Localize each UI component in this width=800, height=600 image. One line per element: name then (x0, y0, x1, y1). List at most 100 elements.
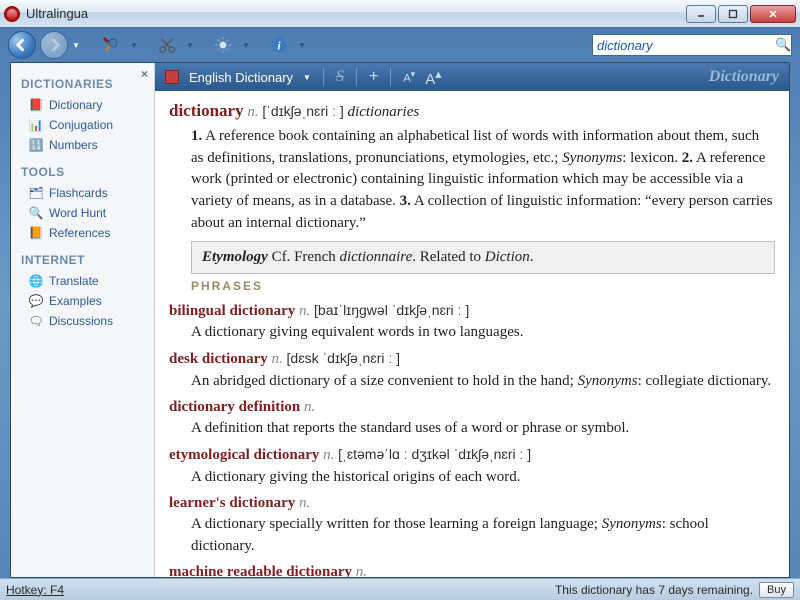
sidebar-item-label: References (49, 226, 110, 240)
phrase-pos: n. (299, 495, 310, 511)
font-larger-button[interactable]: A▴ (425, 66, 441, 88)
minimize-button[interactable] (686, 5, 716, 23)
info-dropdown[interactable]: ▼ (298, 41, 308, 50)
sidebar-item-icon: 📕 (29, 98, 43, 112)
sidebar-item-wordhunt[interactable]: 🔍 Word Hunt (11, 203, 154, 223)
phrase-entry: desk dictionary n. [dɛsk ˈdɪkʃəˌnɛri ː ]… (169, 348, 775, 393)
phrase-entry: bilingual dictionary n. [baɪˈlɪŋgwəl ˈdɪ… (169, 300, 775, 345)
maximize-button[interactable] (718, 5, 748, 23)
phrase-word: etymological dictionary (169, 447, 319, 463)
scissors-icon[interactable] (156, 34, 178, 56)
phrase-entry: machine readable dictionary n.A machine-… (169, 562, 775, 577)
separator (323, 68, 324, 86)
separator (356, 68, 357, 86)
sidebar-item-icon: 💬 (29, 294, 43, 308)
sidebar-item-translate[interactable]: 🌐 Translate (11, 271, 154, 291)
sidebar-item-references[interactable]: 📙 References (11, 223, 154, 243)
phrase-word: dictionary definition (169, 399, 300, 415)
phrase-entry: dictionary definition n. A definition tha… (169, 397, 775, 441)
definitions: 1. A reference book containing an alphab… (169, 126, 775, 235)
sidebar-item-label: Word Hunt (49, 206, 106, 220)
phrase-definition: An abridged dictionary of a size conveni… (169, 371, 775, 393)
search-box[interactable]: 🔍 (592, 34, 792, 56)
info-icon[interactable]: i (268, 34, 290, 56)
dictionary-selector-label[interactable]: English Dictionary (189, 70, 293, 85)
sidebar-item-label: Dictionary (49, 98, 102, 112)
phrase-word: learner's dictionary (169, 495, 295, 511)
phrase-definition: A dictionary specially written for those… (169, 514, 775, 558)
gear-dropdown[interactable]: ▼ (242, 41, 252, 50)
sidebar-item-examples[interactable]: 💬Examples (11, 291, 154, 311)
add-button[interactable]: + (369, 68, 378, 86)
headword: dictionary (169, 101, 244, 120)
phrase-pos: n. (323, 447, 334, 463)
part-of-speech: n. (247, 104, 258, 120)
sidebar-item-label: Numbers (49, 138, 98, 152)
phrase-pos: n. (299, 303, 310, 319)
gear-icon[interactable] (212, 34, 234, 56)
phrase-pos: n. (272, 351, 283, 367)
mode-label: Dictionary (709, 68, 779, 86)
book-icon (165, 70, 179, 84)
titlebar: Ultralingua (0, 0, 800, 28)
sidebar-item-numbers[interactable]: 🔢Numbers (11, 135, 154, 155)
strikethrough-button[interactable]: S (336, 68, 344, 86)
hotkey-label[interactable]: Hotkey: F4 (6, 583, 64, 597)
close-button[interactable] (750, 5, 796, 23)
sidebar-item-icon: 🗂 (29, 186, 43, 200)
back-button[interactable] (8, 31, 36, 59)
phrase-definition: A definition that reports the standard u… (169, 418, 775, 440)
sidebar-item-icon: 🗨 (29, 314, 43, 328)
scissors-dropdown[interactable]: ▼ (186, 41, 196, 50)
phrase-entry: etymological dictionary n. [ˌɛtəməˈlɑ ː … (169, 444, 775, 489)
sidebar: × DICTIONARIES 📕 Dictionary 📊 Conjugation 🔢Nu… (11, 63, 155, 577)
buy-button[interactable]: Buy (759, 582, 794, 598)
trial-label: This dictionary has 7 days remaining. (555, 583, 753, 597)
sidebar-heading: TOOLS (11, 155, 154, 183)
sidebar-item-icon: 📊 (29, 118, 43, 132)
etymology-box: Etymology Cf. French dictionnaire. Relat… (191, 241, 775, 275)
font-smaller-button[interactable]: A▾ (403, 69, 415, 85)
phrase-definition: A dictionary giving the historical origi… (169, 467, 775, 489)
search-input[interactable] (597, 38, 775, 53)
sidebar-item-discussions[interactable]: 🗨 Discussions (11, 311, 154, 331)
sidebar-item-conjugation[interactable]: 📊 Conjugation (11, 115, 154, 135)
phrase-pron: [ˌɛtəməˈlɑ ː dʒɪkəl ˈdɪkʃəˌnɛri ː ] (338, 446, 531, 462)
phrase-pron: [baɪˈlɪŋgwəl ˈdɪkʃəˌnɛri ː ] (314, 302, 469, 318)
content-area: English Dictionary ▼ S + A▾ A▴ Dictionar… (155, 63, 789, 577)
phrases-heading: PHRASES (191, 278, 775, 295)
status-bar: Hotkey: F4 This dictionary has 7 days re… (0, 578, 800, 600)
nav-dropdown[interactable]: ▼ (72, 41, 82, 50)
phrase-pron: [dɛsk ˈdɪkʃəˌnɛri ː ] (287, 350, 401, 366)
sidebar-item-dictionary[interactable]: 📕 Dictionary (11, 95, 154, 115)
sidebar-item-icon: 📙 (29, 226, 43, 240)
sidebar-item-label: Translate (49, 274, 99, 288)
plural-form: dictionaries (348, 104, 420, 120)
pronunciation: [ˈdɪkʃəˌnɛri ː ] (262, 103, 343, 119)
sidebar-item-icon: 🌐 (29, 274, 43, 288)
forward-button[interactable] (40, 31, 68, 59)
separator (390, 68, 391, 86)
tools-dropdown[interactable]: ▼ (130, 41, 140, 50)
content-toolbar: English Dictionary ▼ S + A▾ A▴ Dictionar… (155, 63, 789, 91)
phrase-pos: n. (304, 399, 315, 415)
phrase-definition: A dictionary giving equivalent words in … (169, 322, 775, 344)
entry-body[interactable]: dictionary n. [ˈdɪkʃəˌnɛri ː ] dictionar… (155, 91, 789, 577)
headword-line: dictionary n. [ˈdɪkʃəˌnɛri ː ] dictionar… (169, 99, 775, 124)
toolbar: ▼ ▼ ▼ ▼ i ▼ 🔍 (0, 28, 800, 62)
sidebar-item-label: Flashcards (49, 186, 108, 200)
sidebar-item-label: Discussions (49, 314, 113, 328)
tools-icon[interactable] (100, 34, 122, 56)
phrase-entry: learner's dictionary n. A dictionary spec… (169, 493, 775, 558)
phrase-pos: n. (356, 564, 367, 577)
sidebar-heading: DICTIONARIES (11, 67, 154, 95)
sidebar-item-icon: 🔍 (29, 206, 43, 220)
sidebar-close-icon[interactable]: × (141, 67, 148, 81)
sidebar-heading: INTERNET (11, 243, 154, 271)
window-title: Ultralingua (26, 6, 686, 21)
search-icon[interactable]: 🔍 (775, 37, 791, 53)
sidebar-item-flashcards[interactable]: 🗂 Flashcards (11, 183, 154, 203)
dictionary-selector-dropdown[interactable]: ▼ (303, 73, 311, 82)
app-icon (4, 6, 20, 22)
sidebar-item-label: Conjugation (49, 118, 113, 132)
